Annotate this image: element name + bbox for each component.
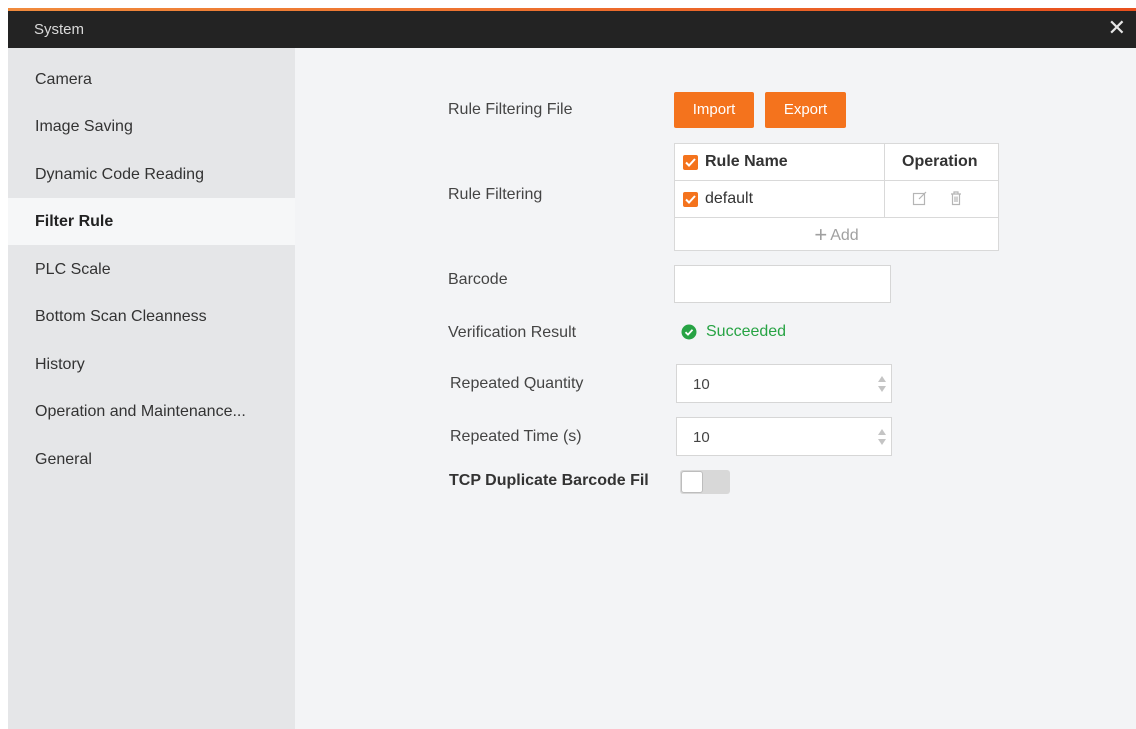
sidebar: Camera Image Saving Dynamic Code Reading… bbox=[8, 48, 295, 729]
rule-filtering-file-label: Rule Filtering File bbox=[448, 101, 573, 118]
repeated-quantity-value: 10 bbox=[693, 376, 710, 393]
rule-name-header: Rule Name bbox=[705, 153, 788, 170]
repeated-time-stepper[interactable]: 10 bbox=[676, 417, 892, 456]
trash-icon[interactable] bbox=[948, 190, 964, 211]
rule-filtering-label: Rule Filtering bbox=[448, 186, 543, 203]
tcp-duplicate-toggle[interactable] bbox=[680, 470, 730, 494]
select-all-checkbox[interactable] bbox=[683, 155, 698, 170]
add-rule-button[interactable]: + Add bbox=[675, 218, 998, 252]
window-title: System bbox=[34, 21, 85, 38]
sidebar-item-filter-rule[interactable]: Filter Rule bbox=[8, 198, 295, 245]
sidebar-item-bottom-scan-cleanness[interactable]: Bottom Scan Cleanness bbox=[8, 293, 295, 340]
rule-table-header: Rule Name Operation bbox=[675, 144, 998, 181]
add-label: Add bbox=[830, 227, 859, 244]
rule-table: Rule Name Operation default + Add bbox=[674, 143, 999, 251]
check-icon bbox=[685, 158, 696, 167]
table-row: default bbox=[675, 181, 998, 218]
rule-checkbox[interactable] bbox=[683, 192, 698, 207]
repeated-quantity-stepper[interactable]: 10 bbox=[676, 364, 892, 403]
column-divider bbox=[884, 144, 885, 218]
verification-result-label: Verification Result bbox=[448, 324, 577, 341]
sidebar-item-camera[interactable]: Camera bbox=[8, 56, 295, 103]
check-circle-icon bbox=[681, 324, 697, 340]
plus-icon: + bbox=[814, 222, 828, 247]
close-icon[interactable]: ✕ bbox=[1108, 16, 1126, 40]
sidebar-item-plc-scale[interactable]: PLC Scale bbox=[8, 246, 295, 293]
system-settings-window: System ✕ Camera Image Saving Dynamic Cod… bbox=[8, 8, 1136, 729]
operation-header: Operation bbox=[902, 153, 978, 170]
sidebar-item-history[interactable]: History bbox=[8, 341, 295, 388]
title-bar: System ✕ bbox=[8, 11, 1136, 48]
barcode-label: Barcode bbox=[448, 271, 508, 288]
rule-name-cell: default bbox=[705, 190, 754, 207]
sidebar-item-dynamic-code-reading[interactable]: Dynamic Code Reading bbox=[8, 151, 295, 198]
export-button[interactable]: Export bbox=[765, 92, 846, 128]
sidebar-item-image-saving[interactable]: Image Saving bbox=[8, 103, 295, 150]
check-icon bbox=[685, 195, 696, 204]
barcode-input[interactable] bbox=[674, 265, 891, 303]
repeated-quantity-label: Repeated Quantity bbox=[450, 375, 584, 392]
tcp-duplicate-label: TCP Duplicate Barcode Fil bbox=[449, 472, 649, 489]
repeated-time-value: 10 bbox=[693, 429, 710, 446]
spin-arrows-icon[interactable] bbox=[877, 374, 887, 394]
toggle-knob bbox=[681, 471, 703, 493]
repeated-time-label: Repeated Time (s) bbox=[450, 428, 582, 445]
sidebar-item-general[interactable]: General bbox=[8, 436, 295, 483]
import-button[interactable]: Import bbox=[674, 92, 754, 128]
verification-status: Succeeded bbox=[706, 323, 787, 340]
sidebar-item-operation-maintenance[interactable]: Operation and Maintenance... bbox=[8, 388, 295, 435]
spin-arrows-icon[interactable] bbox=[877, 427, 887, 447]
edit-icon[interactable] bbox=[912, 190, 928, 211]
